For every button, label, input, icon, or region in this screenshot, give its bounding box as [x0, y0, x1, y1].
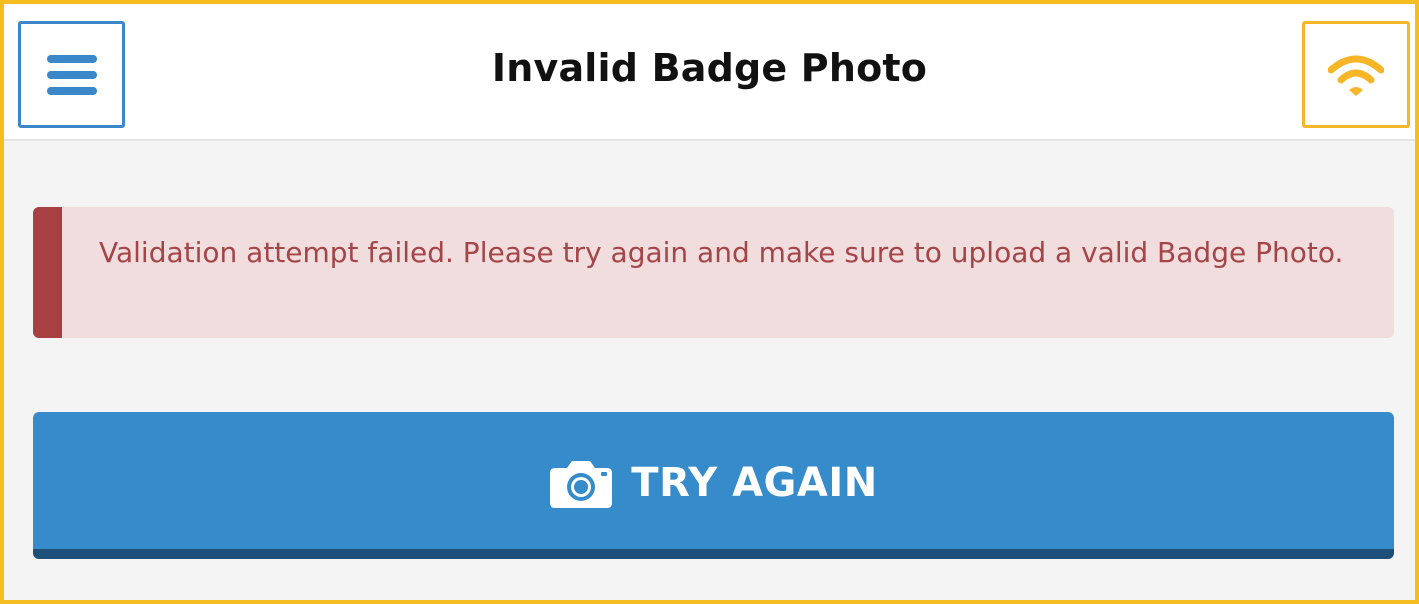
try-again-button[interactable]: TRY AGAIN	[33, 412, 1394, 559]
alert-accent-bar	[33, 207, 62, 338]
menu-button[interactable]	[18, 21, 125, 128]
hamburger-menu-icon	[46, 54, 97, 95]
alert-message: Validation attempt failed. Please try ag…	[99, 236, 1344, 269]
camera-icon	[550, 460, 613, 508]
button-content: TRY AGAIN	[549, 458, 877, 508]
top-bar: Invalid Badge Photo	[4, 4, 1415, 141]
connection-status-button[interactable]	[1302, 21, 1410, 128]
app-frame: Invalid Badge Photo Validation attempt f…	[0, 0, 1419, 604]
try-again-label: TRY AGAIN	[631, 459, 878, 506]
error-alert: Validation attempt failed. Please try ag…	[33, 207, 1394, 338]
wifi-icon	[1328, 55, 1384, 96]
page-title: Invalid Badge Photo	[491, 46, 928, 90]
